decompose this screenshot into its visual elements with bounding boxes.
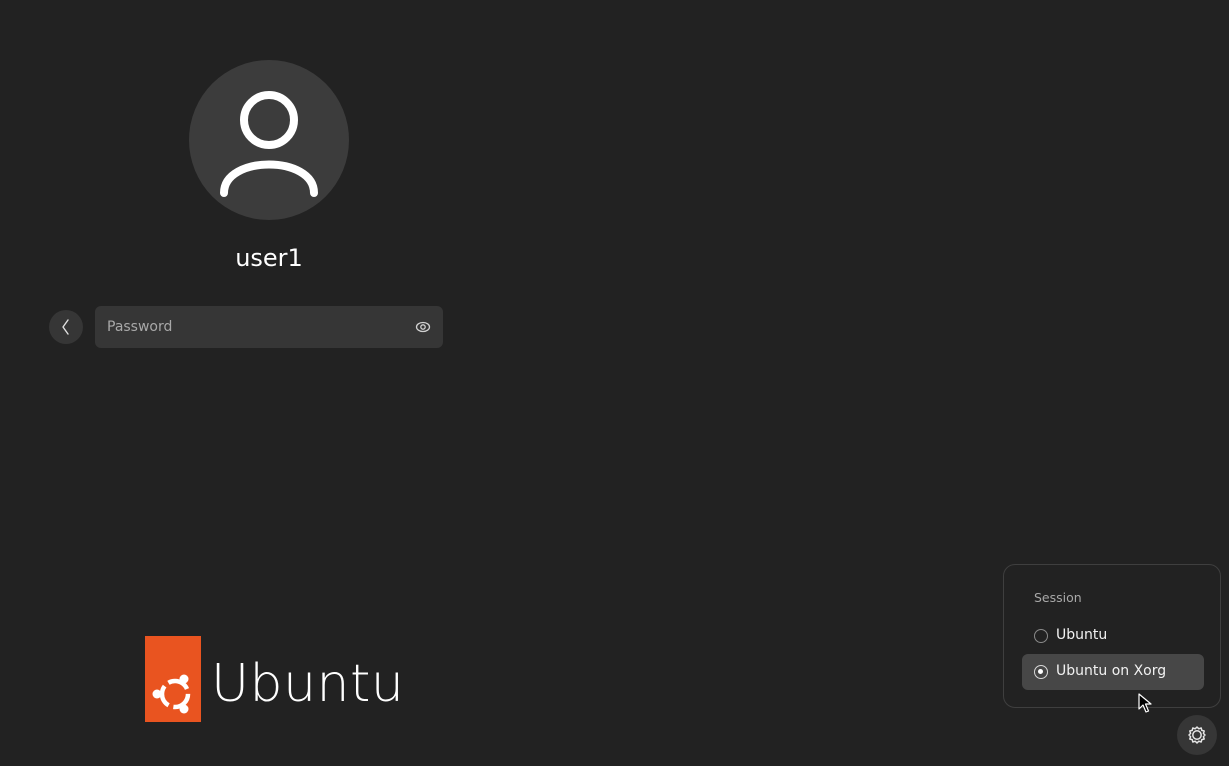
- session-item-label: Ubuntu on Xorg: [1056, 663, 1167, 679]
- session-item-label: Ubuntu: [1056, 627, 1108, 643]
- settings-button[interactable]: [1177, 715, 1217, 755]
- ubuntu-wordmark: Ubuntu: [211, 654, 405, 714]
- radio-checked: [1034, 665, 1048, 679]
- eye-icon[interactable]: [415, 319, 431, 335]
- session-item-ubuntu-on-xorg[interactable]: Ubuntu on Xorg: [1022, 654, 1204, 690]
- ubuntu-logo-mark: [145, 636, 201, 722]
- chevron-left-icon: [62, 319, 69, 335]
- ubuntu-circle-of-friends-icon: [152, 674, 191, 714]
- login-screen: user1 Ubuntu Session Ubuntu Ubuntu on Xo…: [0, 0, 1229, 766]
- back-button[interactable]: [49, 310, 83, 344]
- user-avatar-icon: [220, 91, 318, 197]
- session-item-ubuntu[interactable]: Ubuntu: [1022, 618, 1204, 654]
- mouse-pointer-icon: [1138, 693, 1152, 713]
- radio-unchecked: [1034, 629, 1048, 643]
- password-input[interactable]: [95, 306, 395, 348]
- gear-icon: [1188, 726, 1206, 744]
- session-menu-title: Session: [1034, 590, 1082, 605]
- session-menu: Session Ubuntu Ubuntu on Xorg: [1003, 564, 1221, 708]
- user-avatar: [189, 60, 349, 220]
- ubuntu-logo: Ubuntu: [145, 636, 404, 722]
- password-field: [95, 306, 443, 348]
- username-label: user1: [235, 244, 303, 272]
